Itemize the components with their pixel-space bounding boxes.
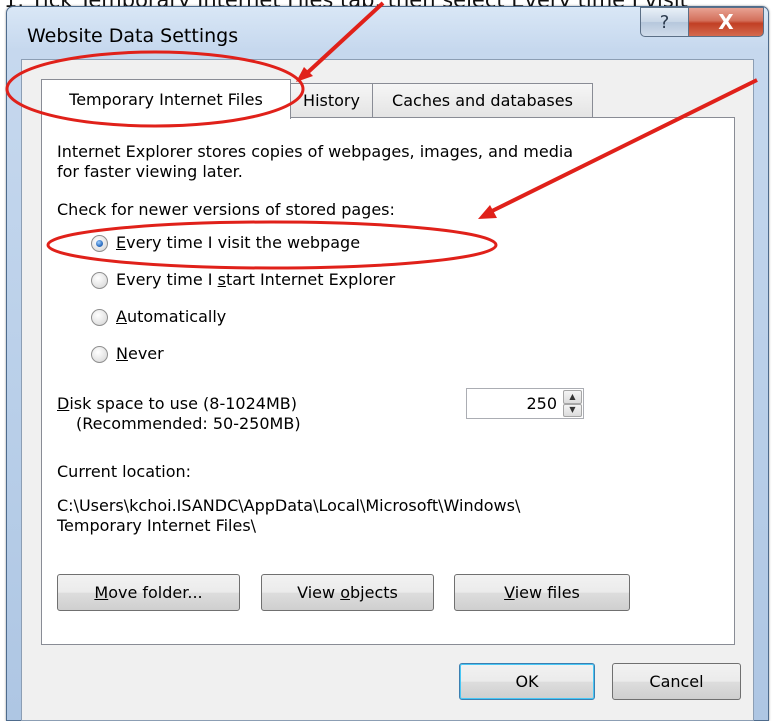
tab-caches-and-databases[interactable]: Caches and databases	[372, 83, 593, 117]
tab-panel-temporary-internet-files: Internet Explorer stores copies of webpa…	[41, 117, 735, 645]
location-path-line-1: C:\Users\kchoi.ISANDC\AppData\Local\Micr…	[57, 496, 521, 515]
tab-label: History	[303, 91, 360, 110]
view-objects-button[interactable]: View objects	[261, 574, 434, 611]
button-label: View objects	[297, 583, 398, 602]
location-path-line-2: Temporary Internet Files\	[57, 516, 257, 535]
radio-label: Automatically	[116, 307, 227, 326]
view-files-button[interactable]: View files	[454, 574, 630, 611]
spin-down-icon[interactable]: ▼	[563, 403, 582, 417]
radio-checked-icon	[91, 234, 108, 252]
description-line-2: for faster viewing later.	[57, 162, 243, 181]
website-data-settings-window: Website Data Settings ? X Temporary Inte…	[6, 6, 769, 721]
radio-label: Never	[116, 344, 164, 363]
description-line-1: Internet Explorer stores copies of webpa…	[57, 142, 574, 161]
check-newer-versions-label: Check for newer versions of stored pages…	[57, 200, 395, 219]
dialog-client-area: Temporary Internet Files History Caches …	[21, 59, 754, 721]
button-label: Cancel	[649, 672, 704, 691]
close-button[interactable]: X	[688, 7, 764, 37]
spinner-arrows: ▲ ▼	[563, 390, 582, 417]
current-location-label: Current location:	[57, 462, 192, 481]
disk-space-value: 250	[526, 394, 557, 413]
close-icon: X	[718, 10, 734, 34]
move-folder-button[interactable]: Move folder...	[57, 574, 240, 611]
disk-recommended-label: (Recommended: 50-250MB)	[76, 414, 301, 433]
radio-never[interactable]: Never	[91, 344, 164, 364]
disk-space-label: Disk space to use (8-1024MB)	[57, 394, 297, 413]
button-label: Move folder...	[94, 583, 203, 602]
window-title: Website Data Settings	[27, 25, 239, 47]
ok-button[interactable]: OK	[459, 663, 595, 700]
help-button[interactable]: ?	[640, 7, 688, 37]
radio-label: Every time I start Internet Explorer	[116, 270, 396, 289]
disk-space-spinner[interactable]: 250 ▲ ▼	[466, 388, 584, 419]
radio-every-visit[interactable]: Every time I visit the webpage	[91, 233, 360, 253]
radio-icon	[91, 271, 108, 289]
help-icon: ?	[659, 11, 670, 33]
radio-icon	[91, 308, 108, 326]
radio-label: Every time I visit the webpage	[116, 233, 361, 252]
tab-temporary-internet-files[interactable]: Temporary Internet Files	[41, 79, 291, 119]
button-label: OK	[515, 672, 539, 691]
spin-up-icon[interactable]: ▲	[563, 390, 582, 404]
caption-buttons: ? X	[640, 7, 764, 39]
tab-history[interactable]: History	[290, 83, 373, 117]
button-label: View files	[504, 583, 580, 602]
radio-automatically[interactable]: Automatically	[91, 307, 226, 327]
radio-every-start[interactable]: Every time I start Internet Explorer	[91, 270, 395, 290]
cancel-button[interactable]: Cancel	[612, 663, 741, 700]
tab-label: Caches and databases	[392, 91, 573, 110]
radio-icon	[91, 345, 108, 363]
tab-label: Temporary Internet Files	[69, 90, 263, 109]
